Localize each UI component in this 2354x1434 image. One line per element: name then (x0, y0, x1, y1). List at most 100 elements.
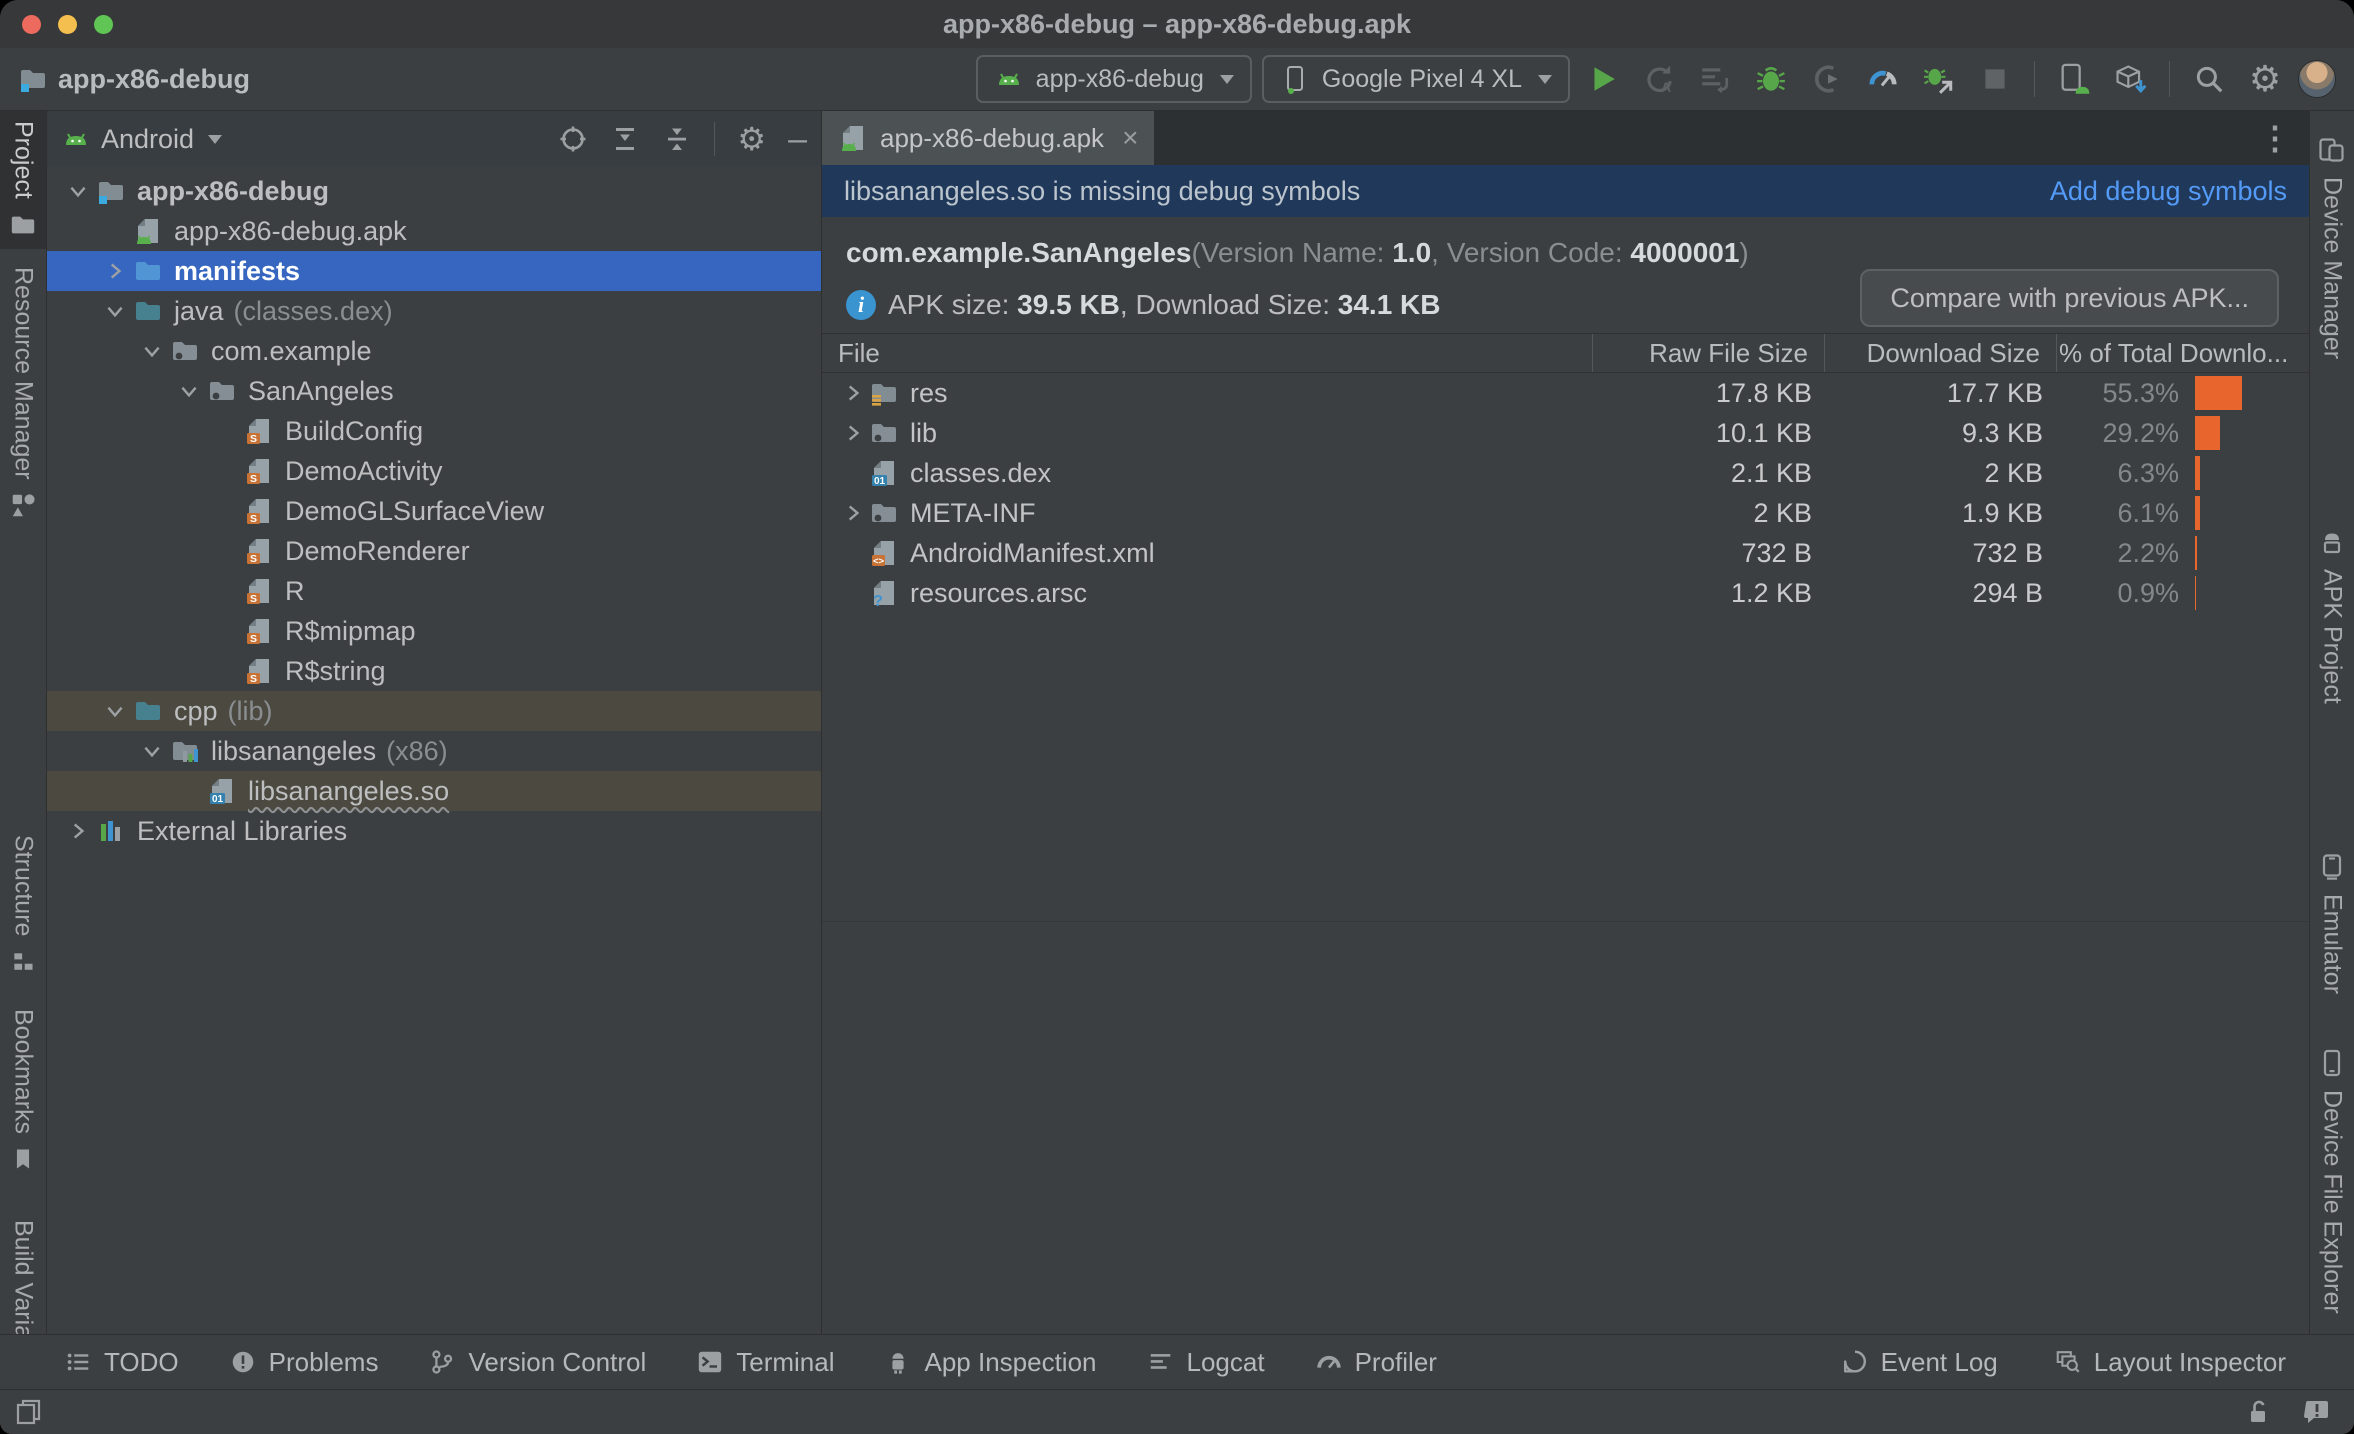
tree-item[interactable]: External Libraries (47, 811, 821, 851)
chevron-down-icon[interactable] (135, 740, 169, 762)
toolwindow-button-problems[interactable]: Problems (229, 1347, 378, 1378)
panel-options-button[interactable]: ⚙ (737, 123, 766, 155)
toolwindow-button-logcat[interactable]: Logcat (1147, 1347, 1265, 1378)
chevron-right-icon[interactable] (98, 260, 132, 282)
locate-file-button[interactable] (558, 124, 588, 154)
compare-apk-button[interactable]: Compare with previous APK... (1860, 269, 2279, 327)
collapse-all-button[interactable] (662, 124, 692, 154)
tree-item[interactable]: libsanangeles (x86) (47, 731, 821, 771)
table-row[interactable]: lib 10.1 KB 9.3 KB 29.2% (822, 413, 2309, 453)
toolwindow-button-todo[interactable]: TODO (64, 1347, 179, 1378)
ph-collapse-icon (668, 128, 687, 150)
tree-item[interactable]: S R$string (47, 651, 821, 691)
run-button[interactable] (1580, 56, 1626, 102)
tree-item[interactable]: S DemoActivity (47, 451, 821, 491)
chevron-right-icon[interactable] (838, 382, 868, 404)
apk-contents-table: File Raw File Size Download Size % of To… (822, 333, 2309, 922)
column-header-raw-size[interactable]: Raw File Size (1592, 334, 1824, 372)
minimize-window-button[interactable] (58, 14, 77, 34)
chevron-down-icon[interactable] (98, 700, 132, 722)
tool-window-switcher-icon[interactable] (14, 1397, 44, 1427)
stripe-tab-emulator[interactable]: Emulator (2317, 842, 2347, 1004)
tree-item[interactable]: app-x86-debug.apk (47, 211, 821, 251)
stripe-tab-structure[interactable]: Structure (9, 825, 38, 984)
close-tab-icon[interactable]: × (1122, 122, 1138, 154)
profile-low-overhead-button[interactable] (1916, 56, 1962, 102)
profile-button[interactable] (1860, 56, 1906, 102)
tree-item[interactable]: 01 libsanangeles.so (47, 771, 821, 811)
chevron-right-icon[interactable] (838, 422, 868, 444)
user-avatar[interactable] (2298, 60, 2336, 98)
column-header-percent[interactable]: % of Total Downlo... (2056, 334, 2309, 372)
toolwindow-button-app-inspection[interactable]: App Inspection (884, 1347, 1097, 1378)
chevron-right-icon[interactable] (61, 820, 95, 842)
tree-item[interactable]: S DemoGLSurfaceView (47, 491, 821, 531)
debug-button[interactable] (1748, 56, 1794, 102)
apply-code-changes-button[interactable] (1692, 56, 1738, 102)
tree-item-label: External Libraries (137, 815, 348, 846)
stop-button[interactable] (1972, 56, 2018, 102)
stripe-tab-device-file-explorer[interactable]: Device File Explorer (2317, 1038, 2347, 1324)
project-chip[interactable]: app-x86-debug (18, 64, 250, 95)
table-row[interactable]: 01 classes.dex 2.1 KB 2 KB 6.3% (822, 453, 2309, 493)
search-everywhere-button[interactable] (2186, 56, 2232, 102)
package-icon (169, 336, 201, 366)
stripe-tab-project[interactable]: Project (0, 111, 46, 249)
tree-item[interactable]: java (classes.dex) (47, 291, 821, 331)
tree-item[interactable]: app-x86-debug (47, 171, 821, 211)
unlock-icon[interactable] (2244, 1397, 2274, 1427)
settings-button[interactable]: ⚙ (2242, 56, 2288, 102)
sdk-manager-button[interactable] (2107, 56, 2153, 102)
left-tool-stripe: Project Resource Manager Structure Bookmark… (0, 111, 47, 1404)
stripe-tab-resource-manager[interactable]: Resource Manager (9, 257, 38, 530)
bb-logcat-icon (1150, 1354, 1170, 1369)
chevron-down-icon[interactable] (61, 180, 95, 202)
tree-item[interactable]: manifests (47, 251, 821, 291)
column-header-download-size[interactable]: Download Size (1824, 334, 2056, 372)
tree-item[interactable]: cpp (lib) (47, 691, 821, 731)
editor-tab-apk[interactable]: app-x86-debug.apk × (822, 111, 1155, 165)
running-devices-button[interactable] (2051, 56, 2097, 102)
stripe-tab-apk-project[interactable]: APK Project (2317, 517, 2347, 714)
chevron-down-icon[interactable] (98, 300, 132, 322)
feedback-icon[interactable] (2302, 1397, 2332, 1427)
project-name: app-x86-debug (58, 63, 251, 94)
stripe-tab-bookmarks[interactable]: Bookmarks (9, 999, 38, 1182)
toolwindow-button-label: Terminal (736, 1346, 835, 1377)
close-window-button[interactable] (22, 14, 41, 34)
toolwindow-button-terminal[interactable]: Terminal (696, 1347, 834, 1378)
toolwindow-button-layout-inspector[interactable]: Layout Inspector (2054, 1347, 2286, 1378)
tree-item[interactable]: S R$mipmap (47, 611, 821, 651)
stripe-tab-device-manager[interactable]: Device Manager (2317, 125, 2347, 369)
toolwindow-button-profiler[interactable]: Profiler (1315, 1347, 1437, 1378)
tree-item[interactable]: S DemoRenderer (47, 531, 821, 571)
tree-item[interactable]: S BuildConfig (47, 411, 821, 451)
project-view-selector[interactable]: Android (61, 124, 223, 155)
toolwindow-button-version-control[interactable]: Version Control (428, 1347, 646, 1378)
tree-item[interactable]: SanAngeles (47, 371, 821, 411)
column-header-file[interactable]: File (822, 334, 1592, 372)
toolwindow-button-event-log[interactable]: Event Log (1841, 1347, 1998, 1378)
chevron-down-icon[interactable] (135, 340, 169, 362)
chevron-right-icon[interactable] (838, 502, 868, 524)
table-row[interactable]: ? resources.arsc 1.2 KB 294 B 0.9% (822, 573, 2309, 613)
tb-apply-icon: A (1647, 65, 1672, 95)
expand-all-button[interactable] (610, 124, 640, 154)
folder-blue-icon (132, 256, 164, 286)
zoom-window-button[interactable] (94, 14, 113, 34)
table-row[interactable]: res 17.8 KB 17.7 KB 55.3% (822, 373, 2309, 413)
attach-debugger-button[interactable] (1804, 56, 1850, 102)
chevron-icon (70, 186, 86, 198)
chevron-down-icon[interactable] (172, 380, 206, 402)
table-row[interactable]: META-INF 2 KB 1.9 KB 6.1% (822, 493, 2309, 533)
add-debug-symbols-link[interactable]: Add debug symbols (2050, 176, 2287, 207)
package-icon (868, 498, 900, 528)
tree-item[interactable]: com.example (47, 331, 821, 371)
run-configuration-select[interactable]: app-x86-debug (975, 55, 1252, 103)
tree-item[interactable]: SR (47, 571, 821, 611)
apply-changes-button[interactable]: A (1636, 56, 1682, 102)
editor-options-kebab-icon[interactable]: ⋮ (2241, 111, 2309, 165)
table-row[interactable]: <> AndroidManifest.xml 732 B 732 B 2.2% (822, 533, 2309, 573)
status-bar (0, 1389, 2354, 1434)
device-select[interactable]: Google Pixel 4 XL (1261, 55, 1570, 103)
